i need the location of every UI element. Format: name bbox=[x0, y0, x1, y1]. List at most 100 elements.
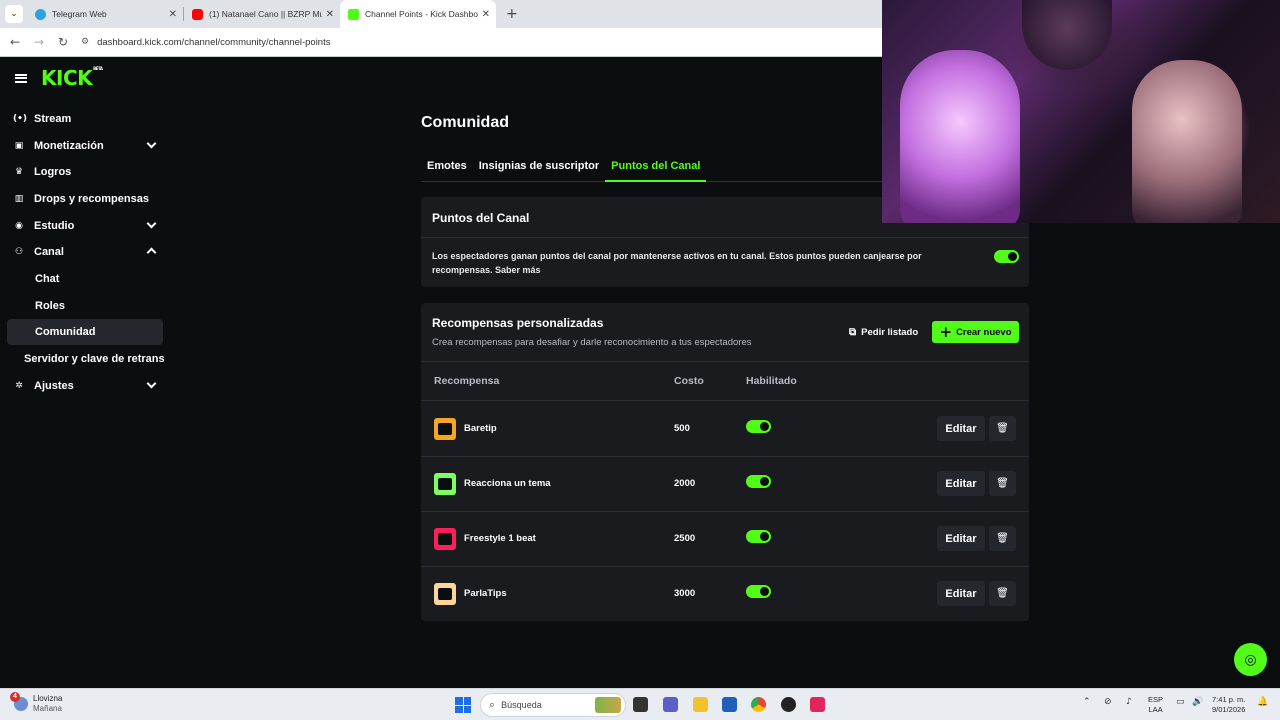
gear-icon: ✲ bbox=[15, 381, 23, 391]
forward-icon[interactable]: → bbox=[27, 35, 51, 49]
sidebar-item-label: Stream bbox=[34, 113, 72, 125]
delete-icon[interactable]: 🗑 bbox=[989, 526, 1016, 551]
display-icon[interactable]: ▭ bbox=[1176, 697, 1185, 707]
back-icon[interactable]: ← bbox=[3, 35, 27, 49]
webcam-person bbox=[1132, 60, 1242, 223]
search-highlight-image bbox=[595, 697, 621, 713]
delete-icon[interactable]: 🗑 bbox=[989, 471, 1016, 496]
tab-subscriber-badges[interactable]: Insignias de suscriptor bbox=[473, 153, 605, 182]
sidebar-item-label: Drops y recompensas bbox=[34, 193, 149, 205]
sidebar-item-roles[interactable]: Roles bbox=[7, 293, 163, 319]
kick-favicon-icon bbox=[348, 8, 359, 20]
url-text: dashboard.kick.com/channel/community/cha… bbox=[97, 36, 331, 48]
new-tab-icon[interactable]: + bbox=[506, 6, 518, 22]
sidebar: KICKBETA (•) Stream ▣ Monetización ♛ Logros… bbox=[0, 57, 170, 688]
notification-badge: 4 bbox=[10, 692, 20, 702]
reward-enabled-toggle[interactable] bbox=[746, 530, 771, 543]
channel-points-toggle[interactable] bbox=[994, 250, 1019, 263]
reward-chest-icon bbox=[434, 418, 456, 440]
search-placeholder: Búsqueda bbox=[501, 700, 542, 710]
webcam-person bbox=[900, 50, 1020, 223]
reward-cost: 3000 bbox=[674, 588, 696, 599]
plus-icon: + bbox=[939, 323, 953, 341]
windows-start-icon[interactable] bbox=[455, 697, 471, 713]
external-link-icon: ⧉ bbox=[849, 326, 857, 338]
weather-subtitle: Mañana bbox=[33, 704, 62, 713]
table-row: Reacciona un tema 2000 Editar 🗑 bbox=[421, 457, 1029, 512]
edit-button[interactable]: Editar bbox=[937, 471, 985, 496]
sidebar-item-community[interactable]: Comunidad bbox=[7, 319, 163, 345]
edit-button[interactable]: Editar bbox=[937, 526, 985, 551]
sidebar-item-stream[interactable]: (•) Stream bbox=[7, 106, 163, 132]
kick-logo[interactable]: KICKBETA bbox=[41, 66, 103, 90]
task-view-icon[interactable] bbox=[633, 697, 648, 712]
column-header-reward: Recompensa bbox=[434, 375, 500, 387]
site-info-icon[interactable]: ⚙ bbox=[81, 37, 89, 47]
sidebar-item-channel[interactable]: ⚇ Canal bbox=[7, 239, 163, 265]
reward-enabled-toggle[interactable] bbox=[746, 585, 771, 598]
chevron-up-icon[interactable] bbox=[146, 247, 157, 258]
sidebar-item-label: Ajustes bbox=[34, 380, 74, 392]
chevron-down-icon[interactable] bbox=[146, 138, 157, 149]
close-tab-icon[interactable]: ✕ bbox=[482, 9, 490, 20]
taskbar-search[interactable]: ⌕ Búsqueda bbox=[480, 693, 626, 717]
broadcast-icon: (•) bbox=[13, 114, 27, 124]
create-new-button[interactable]: + Crear nuevo bbox=[932, 321, 1019, 343]
weather-widget[interactable]: 4 Llovizna Mañana bbox=[10, 692, 62, 714]
sidebar-item-drops[interactable]: ▥ Drops y recompensas bbox=[7, 186, 163, 212]
store-icon[interactable] bbox=[722, 697, 737, 712]
chevron-down-icon[interactable] bbox=[146, 218, 157, 229]
sidebar-item-label: Canal bbox=[34, 246, 64, 258]
reward-enabled-toggle[interactable] bbox=[746, 475, 771, 488]
sidebar-item-settings[interactable]: ✲ Ajustes bbox=[7, 373, 163, 399]
chevron-down-icon[interactable] bbox=[146, 378, 157, 389]
edit-button[interactable]: Editar bbox=[937, 416, 985, 441]
delete-icon[interactable]: 🗑 bbox=[989, 581, 1016, 606]
youtube-icon bbox=[192, 8, 203, 20]
capcut-icon[interactable] bbox=[810, 697, 825, 712]
reward-enabled-toggle[interactable] bbox=[746, 420, 771, 433]
request-list-button[interactable]: ⧉ Pedir listado bbox=[841, 321, 927, 343]
sidebar-item-label: Servidor y clave de retrans bbox=[24, 353, 165, 365]
tab-emotes[interactable]: Emotes bbox=[421, 153, 473, 182]
sidebar-item-studio[interactable]: ◉ Estudio bbox=[7, 213, 163, 239]
tab-channel-points[interactable]: Puntos del Canal bbox=[605, 153, 707, 182]
weather-icon: 4 bbox=[10, 692, 28, 711]
reward-cost: 2000 bbox=[674, 478, 696, 489]
menu-icon[interactable] bbox=[15, 73, 27, 83]
close-tab-icon[interactable]: ✕ bbox=[169, 9, 177, 20]
notification-bell-icon[interactable]: 🔔 bbox=[1257, 697, 1268, 707]
file-explorer-icon[interactable] bbox=[693, 697, 708, 712]
chevron-up-icon[interactable]: ⌃ bbox=[1083, 697, 1091, 707]
reload-icon[interactable]: ↻ bbox=[51, 35, 75, 49]
reward-name: ParlaTips bbox=[464, 588, 507, 599]
network-off-icon[interactable]: ⊘ bbox=[1104, 697, 1112, 707]
trophy-icon: ♛ bbox=[14, 167, 24, 177]
close-tab-icon[interactable]: ✕ bbox=[326, 9, 334, 20]
teams-icon[interactable] bbox=[663, 697, 678, 712]
lang-line1: ESP bbox=[1148, 695, 1164, 704]
date: 9/01/2026 bbox=[1212, 705, 1246, 714]
browser-tab-active[interactable]: Channel Points - Kick Dashboa ✕ bbox=[340, 0, 496, 28]
sidebar-item-stream-key[interactable]: Servidor y clave de retrans bbox=[7, 346, 177, 372]
browser-tab[interactable]: (1) Natanael Cano || BZRP Musi ✕ bbox=[184, 0, 340, 28]
delete-icon[interactable]: 🗑 bbox=[989, 416, 1016, 441]
microphone-icon[interactable]: ♪ bbox=[1126, 697, 1132, 707]
edit-button[interactable]: Editar bbox=[937, 581, 985, 606]
sidebar-item-monetization[interactable]: ▣ Monetización bbox=[7, 133, 163, 159]
language-indicator[interactable]: ESP LAA bbox=[1148, 695, 1163, 715]
obs-icon[interactable] bbox=[781, 697, 796, 712]
sidebar-item-chat[interactable]: Chat bbox=[7, 266, 163, 292]
url-field[interactable]: ⚙ dashboard.kick.com/channel/community/c… bbox=[81, 37, 330, 48]
reward-name: Freestyle 1 beat bbox=[464, 533, 536, 544]
clock[interactable]: 7:41 p. m. 9/01/2026 bbox=[1212, 695, 1245, 715]
sidebar-item-achievements[interactable]: ♛ Logros bbox=[7, 159, 163, 185]
lang-line2: LAA bbox=[1148, 705, 1163, 714]
support-chat-icon[interactable]: ◎ bbox=[1234, 643, 1267, 676]
volume-icon[interactable]: 🔊 bbox=[1192, 697, 1203, 707]
browser-tab[interactable]: Telegram Web ✕ bbox=[27, 0, 183, 28]
gift-icon: ▥ bbox=[14, 194, 24, 204]
rewards-heading: Recompensas personalizadas bbox=[432, 316, 604, 330]
chrome-icon[interactable] bbox=[751, 697, 766, 712]
tab-search-dropdown-icon[interactable]: ⌄ bbox=[5, 5, 23, 23]
